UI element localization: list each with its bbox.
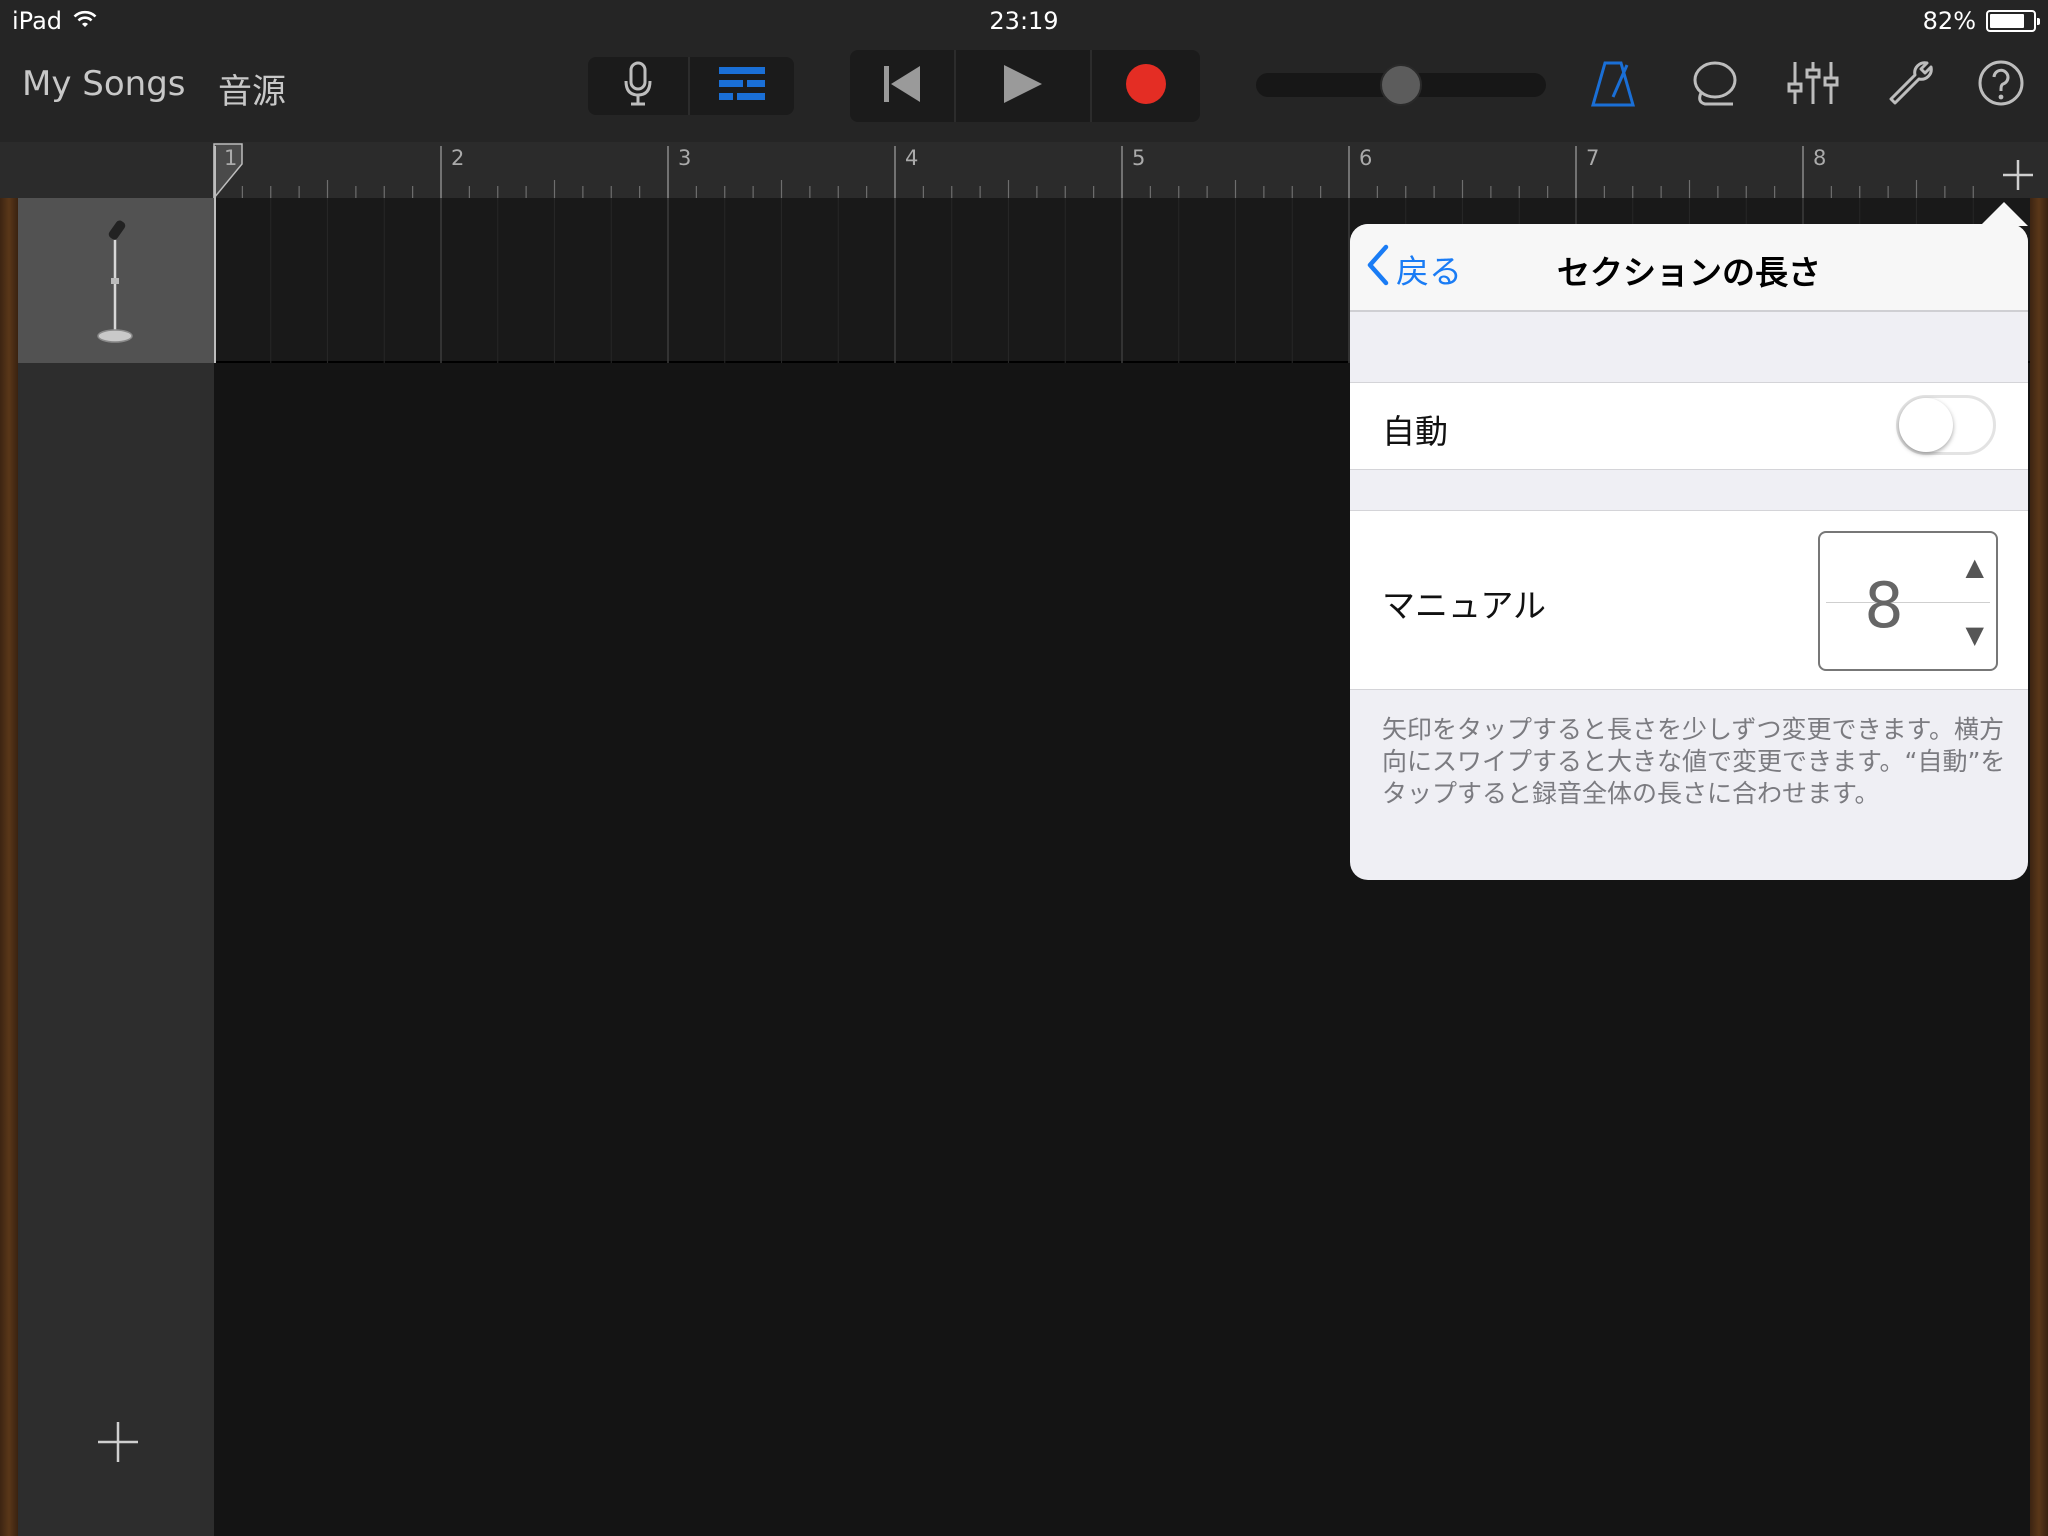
playhead[interactable] xyxy=(214,146,216,363)
microphone-icon xyxy=(623,61,653,111)
ruler-bar-number: 3 xyxy=(678,146,692,170)
instruments-button[interactable]: 音源 xyxy=(218,64,286,113)
mixer-icon xyxy=(1787,60,1839,110)
microphone-stand-icon xyxy=(92,216,138,350)
section-length-popover: セクションの長さ 戻る 自動 マニュアル 8 ▲ ▼ 矢印をタップすると長さを少… xyxy=(1350,224,2028,880)
back-button[interactable]: 戻る xyxy=(1366,244,1462,294)
wrench-icon xyxy=(1887,59,1935,111)
ruler-bar-number: 4 xyxy=(905,146,919,170)
record-icon xyxy=(1125,63,1167,109)
auto-row: 自動 xyxy=(1350,382,2028,470)
status-bar: iPad 23:19 82% xyxy=(0,0,2048,42)
loop-icon xyxy=(1691,60,1739,110)
left-wood-edge xyxy=(0,198,18,1536)
ruler-bar-number: 8 xyxy=(1813,146,1827,170)
settings-button[interactable] xyxy=(1882,56,1940,114)
auto-toggle[interactable] xyxy=(1896,395,1996,455)
ruler-bar-number: 7 xyxy=(1586,146,1600,170)
record-button[interactable] xyxy=(1092,50,1200,122)
mixer-button[interactable] xyxy=(1784,56,1842,114)
device-name: iPad xyxy=(12,7,63,35)
manual-label: マニュアル xyxy=(1382,586,1547,625)
battery-percent: 82% xyxy=(1922,7,1976,35)
auto-label: 自動 xyxy=(1382,412,1448,451)
section-length-stepper[interactable]: 8 ▲ ▼ xyxy=(1818,531,1998,671)
battery-icon xyxy=(1986,10,2040,32)
master-volume-knob[interactable] xyxy=(1380,64,1422,106)
right-wood-edge xyxy=(2030,198,2048,1536)
popover-arrow xyxy=(1980,202,2028,226)
back-label: 戻る xyxy=(1396,252,1462,291)
add-track-button[interactable] xyxy=(94,1418,142,1466)
view-toggle xyxy=(588,57,794,115)
stepper-up-button[interactable]: ▲ xyxy=(1966,553,1984,581)
rewind-icon xyxy=(882,64,922,108)
track-header-audio-recorder[interactable] xyxy=(18,198,214,363)
ruler-bar-number: 5 xyxy=(1132,146,1146,170)
my-songs-button[interactable]: My Songs xyxy=(22,64,186,104)
bar-ruler[interactable]: 1 2 3 4 5 6 7 8 xyxy=(0,142,2048,198)
play-icon xyxy=(1002,63,1044,109)
ruler-bar-number: 2 xyxy=(451,146,465,170)
metronome-button[interactable] xyxy=(1584,56,1642,114)
play-button[interactable] xyxy=(956,50,1092,122)
chevron-left-icon xyxy=(1366,244,1390,294)
help-button[interactable] xyxy=(1972,56,2030,114)
master-volume-slider[interactable] xyxy=(1256,64,1546,106)
popover-header: セクションの長さ 戻る xyxy=(1350,224,2028,312)
toolbar: My Songs 音源 xyxy=(0,42,2048,142)
track-header-column xyxy=(18,198,227,1536)
popover-footnote: 矢印をタップすると長さを少しずつ変更できます。横方向にスワイプすると大きな値で変… xyxy=(1382,715,2006,808)
status-time: 23:19 xyxy=(989,7,1059,35)
add-section-button[interactable] xyxy=(1994,150,2042,198)
ruler-bar-number: 1 xyxy=(224,146,238,170)
wifi-icon xyxy=(72,7,98,35)
tracks-view-button[interactable] xyxy=(690,57,794,115)
transport-controls xyxy=(850,50,1200,122)
help-icon xyxy=(1977,59,2025,111)
plus-icon xyxy=(94,1422,142,1470)
manual-row: マニュアル 8 ▲ ▼ xyxy=(1350,510,2028,690)
rewind-button[interactable] xyxy=(850,50,956,122)
section-length-value: 8 xyxy=(1864,569,1904,642)
auto-toggle-knob xyxy=(1899,398,1953,452)
tracks-view-icon xyxy=(719,67,765,105)
loop-browser-button[interactable] xyxy=(1686,56,1744,114)
instrument-view-button[interactable] xyxy=(588,57,690,115)
ruler-ticks xyxy=(213,143,1974,198)
stepper-down-button[interactable]: ▼ xyxy=(1966,621,1984,649)
metronome-icon xyxy=(1591,59,1635,111)
ruler-bar-number: 6 xyxy=(1359,146,1373,170)
